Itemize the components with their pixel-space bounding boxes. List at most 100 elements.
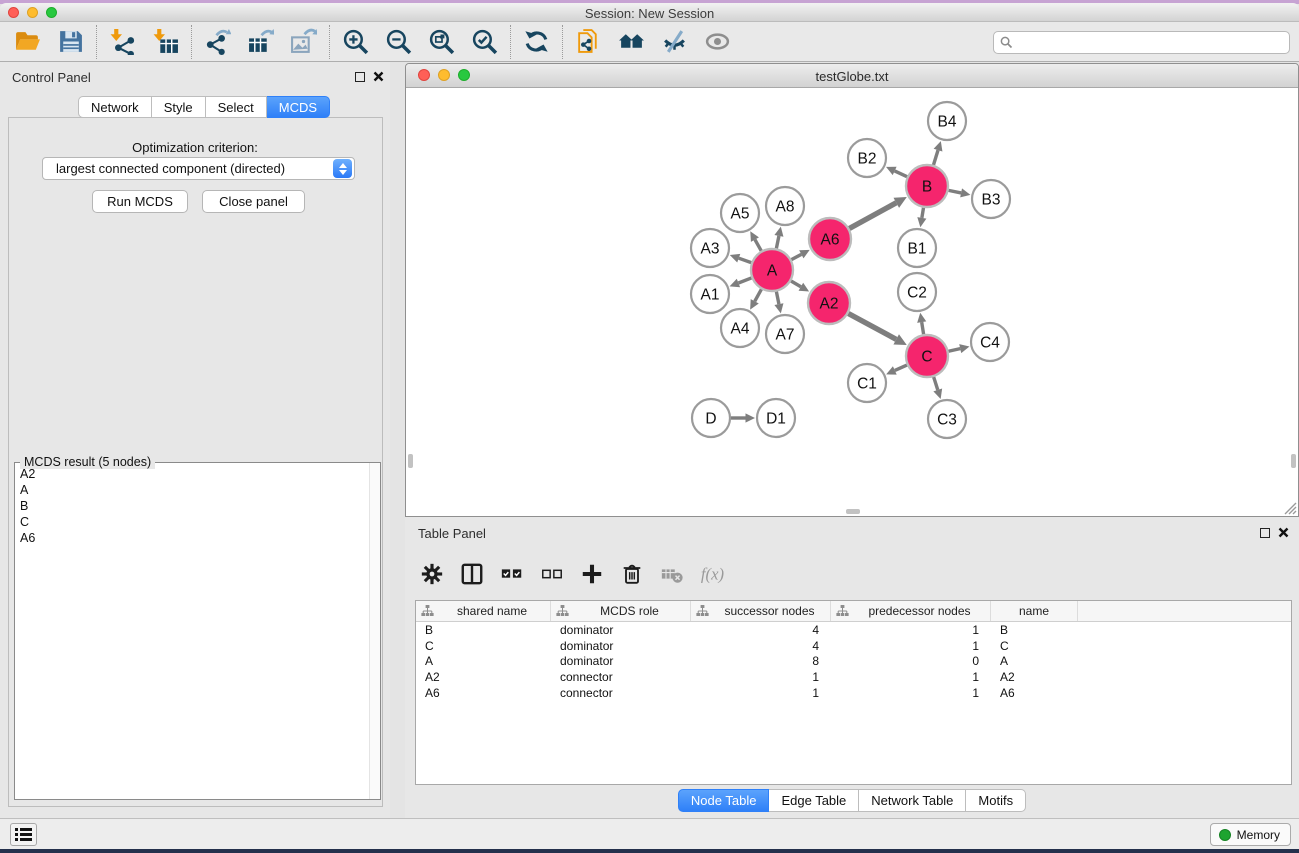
tab-select[interactable]: Select: [206, 96, 267, 118]
import-network-icon[interactable]: [101, 25, 144, 59]
app-titlebar[interactable]: Session: New Session: [0, 3, 1299, 22]
cell-MCDS-role[interactable]: connector: [551, 670, 691, 684]
zoom-fit-icon[interactable]: [420, 25, 463, 59]
edge-B-B2[interactable]: [895, 171, 907, 177]
cell-predecessor-nodes[interactable]: 0: [831, 654, 991, 668]
zoom-out-icon[interactable]: [377, 25, 420, 59]
edge-A-A3[interactable]: [739, 258, 752, 262]
float-panel-icon[interactable]: [355, 72, 365, 82]
tab-network[interactable]: Network: [78, 96, 152, 118]
cell-shared-name[interactable]: B: [416, 623, 551, 637]
cell-successor-nodes[interactable]: 8: [691, 654, 831, 668]
edge-A-A7[interactable]: [776, 292, 779, 305]
cell-shared-name[interactable]: A6: [416, 686, 551, 700]
cell-name[interactable]: A: [991, 654, 1078, 668]
zoom-in-icon[interactable]: [334, 25, 377, 59]
optimization-criterion-select[interactable]: largest connected component (directed): [42, 157, 355, 180]
export-table-icon[interactable]: [239, 25, 282, 59]
edge-C-C1[interactable]: [895, 365, 907, 370]
search-input[interactable]: [1017, 32, 1289, 53]
network-canvas[interactable]: AA1A2A3A4A5A6A7A8BB1B2B3B4CC1C2C3C4DD1: [406, 88, 1298, 516]
refresh-icon[interactable]: [515, 25, 558, 59]
column-header-successor-nodes[interactable]: successor nodes: [691, 601, 831, 621]
tab-style[interactable]: Style: [152, 96, 206, 118]
select-all-columns-icon[interactable]: [499, 561, 525, 587]
network-file-icon[interactable]: [567, 25, 610, 59]
cell-shared-name[interactable]: C: [416, 639, 551, 653]
close-panel-icon[interactable]: [373, 71, 384, 82]
zoom-selected-icon[interactable]: [463, 25, 506, 59]
tab-network-table[interactable]: Network Table: [859, 789, 966, 812]
edge-A-A4[interactable]: [755, 289, 762, 301]
edge-A6-B[interactable]: [849, 203, 896, 229]
hide-panels-icon[interactable]: [653, 25, 696, 59]
task-history-button[interactable]: [10, 823, 37, 846]
cell-name[interactable]: B: [991, 623, 1078, 637]
export-image-icon[interactable]: [282, 25, 325, 59]
cell-MCDS-role[interactable]: dominator: [551, 639, 691, 653]
mcds-result-item[interactable]: A: [15, 482, 368, 498]
cell-predecessor-nodes[interactable]: 1: [831, 670, 991, 684]
cell-shared-name[interactable]: A: [416, 654, 551, 668]
cell-name[interactable]: C: [991, 639, 1078, 653]
table-row[interactable]: A6connector11A6: [416, 685, 1291, 701]
edge-A-A8[interactable]: [776, 236, 779, 249]
tab-mcds[interactable]: MCDS: [267, 96, 330, 118]
unselect-all-columns-icon[interactable]: [539, 561, 565, 587]
run-mcds-button[interactable]: Run MCDS: [92, 190, 188, 213]
tab-edge-table[interactable]: Edge Table: [769, 789, 859, 812]
table-row[interactable]: Adominator80A: [416, 653, 1291, 669]
import-table-icon[interactable]: [144, 25, 187, 59]
cell-name[interactable]: A6: [991, 686, 1078, 700]
show-panels-icon[interactable]: [696, 25, 739, 59]
table-row[interactable]: A2connector11A2: [416, 669, 1291, 685]
mcds-result-item[interactable]: A6: [15, 530, 368, 546]
home-icon[interactable]: [610, 25, 653, 59]
tab-motifs[interactable]: Motifs: [966, 789, 1026, 812]
edge-A2-C[interactable]: [848, 313, 896, 339]
export-network-icon[interactable]: [196, 25, 239, 59]
edge-B-B1[interactable]: [922, 208, 924, 218]
column-header-name[interactable]: name: [991, 601, 1078, 621]
delete-column-icon[interactable]: [619, 561, 645, 587]
float-table-panel-icon[interactable]: [1260, 528, 1270, 538]
cell-predecessor-nodes[interactable]: 1: [831, 623, 991, 637]
horizontal-scrollbar-thumb[interactable]: [846, 509, 860, 514]
edge-A-A5[interactable]: [755, 240, 761, 251]
mcds-result-item[interactable]: C: [15, 514, 368, 530]
edge-C-C4[interactable]: [948, 349, 960, 352]
cell-predecessor-nodes[interactable]: 1: [831, 639, 991, 653]
edge-C-C3[interactable]: [934, 377, 938, 390]
cell-MCDS-role[interactable]: dominator: [551, 623, 691, 637]
mcds-result-item[interactable]: B: [15, 498, 368, 514]
edge-B-B3[interactable]: [949, 190, 962, 193]
network-graph[interactable]: AA1A2A3A4A5A6A7A8BB1B2B3B4CC1C2C3C4DD1: [406, 88, 1298, 516]
result-scrollbar[interactable]: [369, 463, 380, 799]
column-header-predecessor-nodes[interactable]: predecessor nodes: [831, 601, 991, 621]
cell-successor-nodes[interactable]: 4: [691, 639, 831, 653]
table-row[interactable]: Bdominator41B: [416, 622, 1291, 638]
cell-successor-nodes[interactable]: 4: [691, 623, 831, 637]
cell-shared-name[interactable]: A2: [416, 670, 551, 684]
cell-successor-nodes[interactable]: 1: [691, 670, 831, 684]
edge-B-B4[interactable]: [933, 150, 938, 165]
cell-successor-nodes[interactable]: 1: [691, 686, 831, 700]
search-box[interactable]: [993, 31, 1290, 54]
mcds-result-item[interactable]: A2: [15, 466, 368, 482]
cell-name[interactable]: A2: [991, 670, 1078, 684]
open-folder-icon[interactable]: [6, 25, 49, 59]
column-header-MCDS-role[interactable]: MCDS role: [551, 601, 691, 621]
save-icon[interactable]: [49, 25, 92, 59]
tab-node-table[interactable]: Node Table: [678, 789, 770, 812]
split-panel-icon[interactable]: [459, 561, 485, 587]
add-column-icon[interactable]: [579, 561, 605, 587]
edge-A-A1[interactable]: [738, 278, 751, 283]
memory-button[interactable]: Memory: [1210, 823, 1291, 846]
table-row[interactable]: Cdominator41C: [416, 638, 1291, 654]
close-panel-button[interactable]: Close panel: [202, 190, 305, 213]
node-table[interactable]: shared nameMCDS rolesuccessor nodesprede…: [415, 600, 1292, 785]
left-scrollbar-thumb[interactable]: [408, 454, 413, 468]
column-header-shared-name[interactable]: shared name: [416, 601, 551, 621]
cell-predecessor-nodes[interactable]: 1: [831, 686, 991, 700]
cell-MCDS-role[interactable]: dominator: [551, 654, 691, 668]
